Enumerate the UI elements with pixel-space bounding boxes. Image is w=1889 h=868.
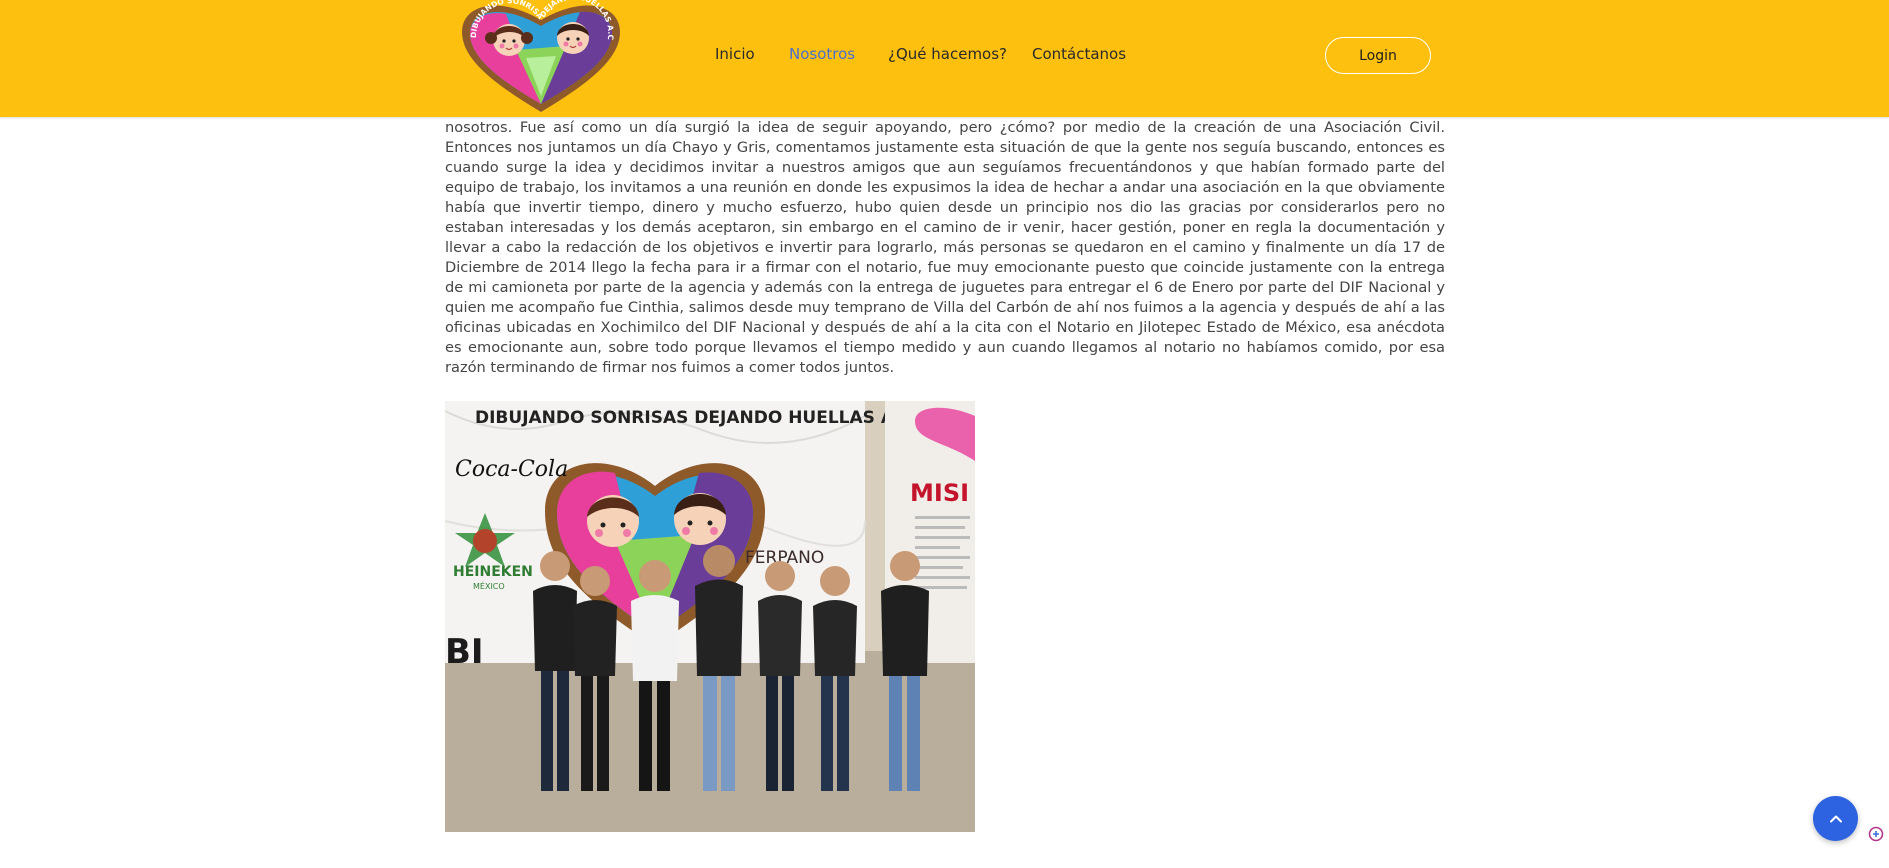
side-banner-text: MISI [910,479,969,507]
nav-link-inicio[interactable]: Inicio [715,45,755,63]
sponsor-heineken: HEINEKEN [453,564,533,580]
site-logo[interactable]: DIBUJANDO SONRISAS DEJANDO HUELLAS A.C. [456,0,626,116]
nav-link-nosotros[interactable]: Nosotros [789,45,855,63]
extension-icon[interactable] [1868,826,1884,842]
banner-title: DIBUJANDO SONRISAS DEJANDO HUELLAS A.C. [475,408,920,428]
group-photo: DIBUJANDO SONRISAS DEJANDO HUELLAS A.C. … [445,401,975,832]
article-paragraph: nosotros. Fue así como un día surgió la … [445,119,1445,376]
login-button[interactable]: Login [1325,37,1431,74]
sponsor-cocacola: Coca-Cola [455,457,568,482]
nav-link-que-hacemos[interactable]: ¿Qué hacemos? [888,45,1007,63]
group-photo-illustration: DIBUJANDO SONRISAS DEJANDO HUELLAS A.C. … [445,401,975,832]
sponsor-heineken-sub: MÉXICO [473,580,505,591]
chevron-up-icon [1829,815,1842,822]
banner-bottom-text: BI [445,632,484,672]
nav-link-contactanos[interactable]: Contáctanos [1032,45,1126,63]
site-header: DIBUJANDO SONRISAS DEJANDO HUELLAS A.C. … [0,0,1889,117]
scroll-to-top-button[interactable] [1813,796,1858,841]
